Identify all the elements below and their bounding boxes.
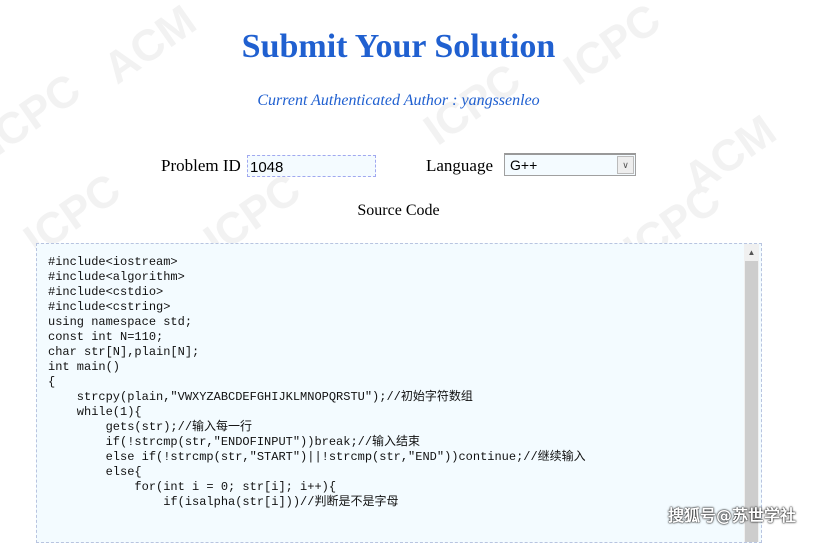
code-line: while(1){: [48, 405, 142, 419]
credit-watermark: 搜狐号@苏世学社: [668, 506, 797, 525]
chevron-down-icon[interactable]: ∨: [617, 156, 634, 174]
scrollbar[interactable]: ▲: [744, 244, 759, 542]
source-code-label: Source Code: [357, 202, 440, 219]
code-line: else if(!strcmp(str,"START")||!strcmp(st…: [48, 450, 586, 464]
code-line: #include<cstdio>: [48, 285, 164, 299]
code-content: #include<iostream> #include<algorithm> #in…: [48, 255, 586, 510]
problem-id-input[interactable]: 1048: [247, 155, 376, 177]
code-line: int main(): [48, 360, 121, 374]
author-line: Current Authenticated Author : yangssenl…: [257, 92, 540, 109]
code-line: if(!strcmp(str,"ENDOFINPUT"))break;//输入结…: [48, 435, 421, 449]
scrollbar-thumb[interactable]: [745, 261, 758, 542]
language-value: G++: [510, 157, 538, 173]
scroll-up-arrow-icon[interactable]: ▲: [744, 246, 759, 260]
code-line: #include<iostream>: [48, 255, 178, 269]
code-line: char str[N],plain[N];: [48, 345, 200, 359]
page-title: Submit Your Solution: [241, 28, 556, 65]
code-line: gets(str);//输入每一行: [48, 420, 253, 434]
language-label: Language: [426, 156, 494, 175]
code-line: for(int i = 0; str[i]; i++){: [48, 480, 337, 494]
code-line: const int N=110;: [48, 330, 164, 344]
source-code-textarea[interactable]: #include<iostream> #include<algorithm> #in…: [36, 243, 762, 543]
code-line: #include<cstring>: [48, 300, 171, 314]
problem-id-label: Problem ID: [161, 156, 241, 175]
code-line: using namespace std;: [48, 315, 193, 329]
code-line: if(isalpha(str[i]))//判断是不是字母: [48, 495, 399, 509]
code-line: strcpy(plain,"VWXYZABCDEFGHIJKLMNOPQRSTU…: [48, 390, 473, 404]
code-line: {: [48, 375, 56, 389]
code-line: else{: [48, 465, 142, 479]
language-select[interactable]: G++ ∨: [504, 153, 636, 176]
code-line: #include<algorithm>: [48, 270, 185, 284]
